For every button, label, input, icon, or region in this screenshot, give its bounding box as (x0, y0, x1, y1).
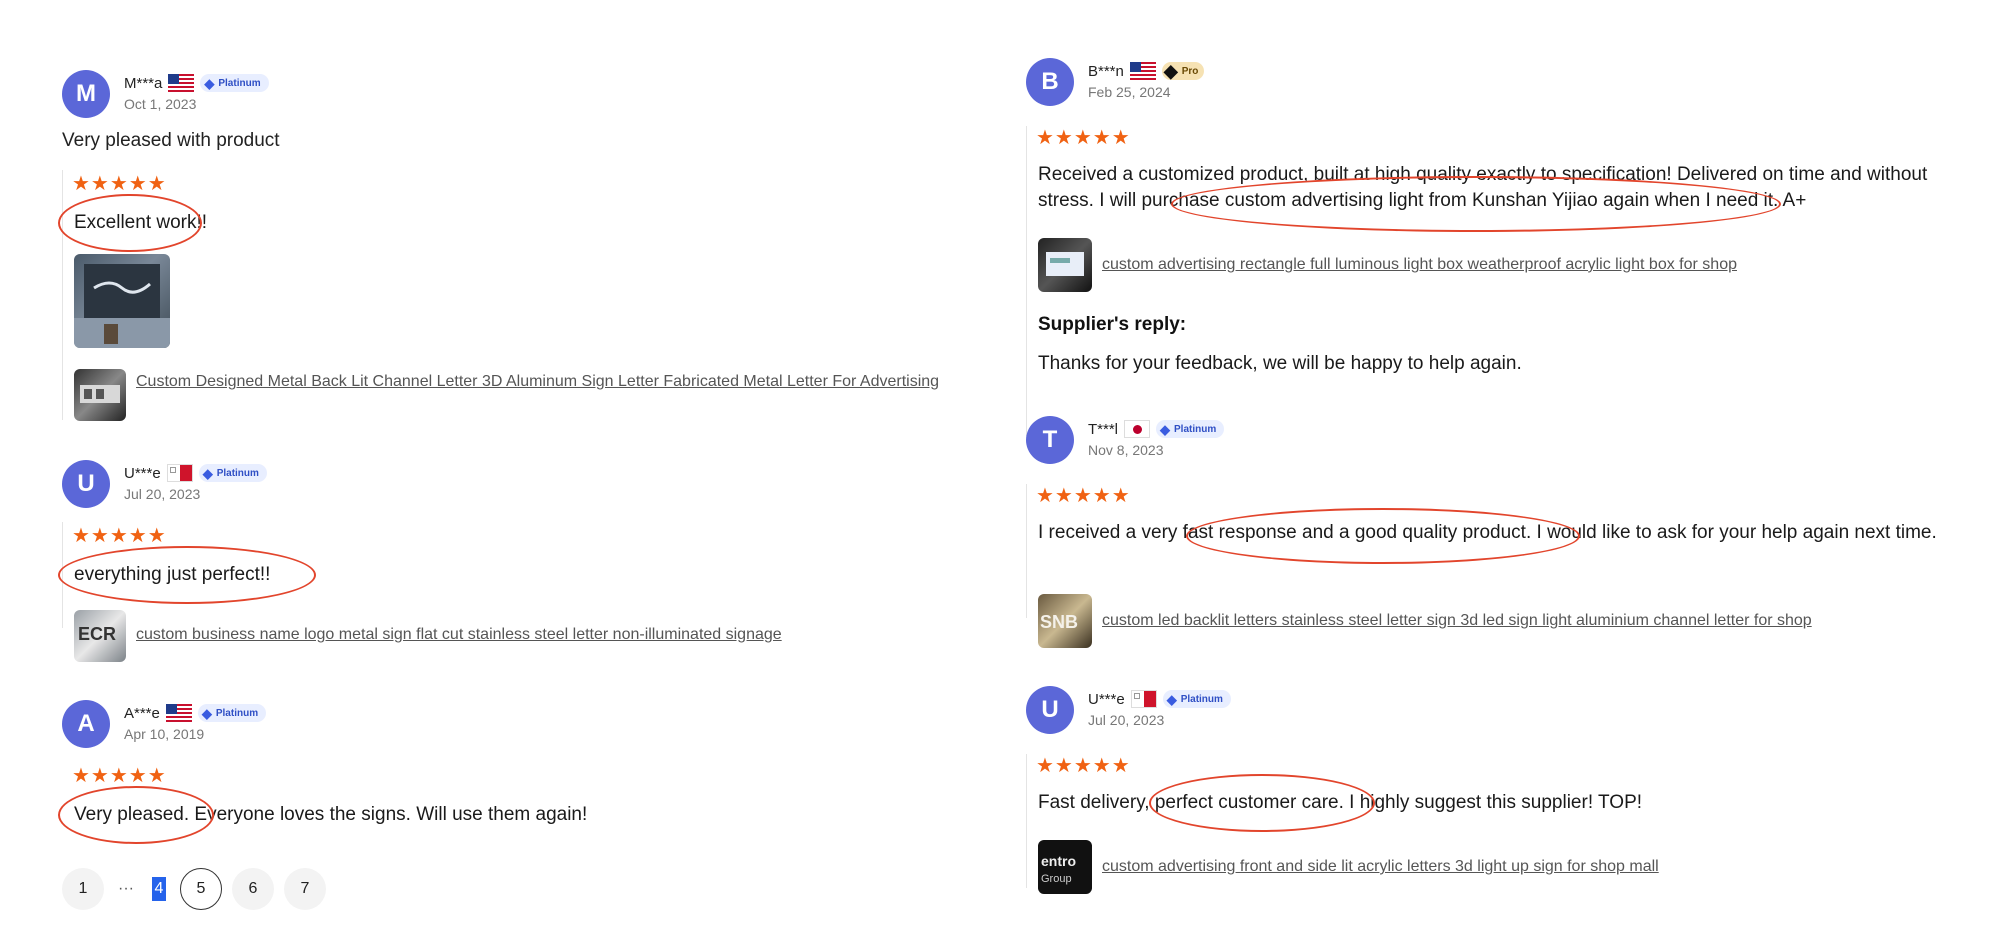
product-thumbnail[interactable] (1038, 238, 1092, 292)
reviewer-name: T***l (1088, 420, 1119, 438)
rating-stars: ★★★★★ (1036, 755, 1131, 777)
product-image (80, 385, 120, 403)
japan-flag-icon (1124, 420, 1151, 438)
reviewer-name: M***a (124, 74, 163, 92)
platinum-badge: ◆ Platinum (1156, 420, 1225, 438)
product-link[interactable]: Custom Designed Metal Back Lit Channel L… (136, 369, 946, 394)
review-date: Jul 20, 2023 (1088, 712, 1165, 728)
diamond-icon: ◆ (1166, 691, 1177, 707)
product-thumbnail[interactable]: entro Group (1038, 840, 1092, 894)
us-flag-icon (1129, 62, 1156, 80)
us-flag-icon (165, 704, 192, 722)
platinum-badge: ◆ Platinum (197, 704, 267, 722)
review-date: Jul 20, 2023 (124, 486, 201, 502)
review-date: Nov 8, 2023 (1088, 442, 1164, 458)
rating-stars: ★★★★★ (72, 525, 167, 547)
rating-stars: ★★★★★ (72, 765, 167, 787)
review-text: everything just perfect!! (74, 564, 271, 585)
divider (62, 170, 63, 420)
reviewer-name: B***n (1088, 62, 1124, 80)
malta-flag-icon (166, 464, 193, 482)
divider (1026, 754, 1027, 888)
product-thumbnail[interactable]: SNB (1038, 594, 1092, 648)
us-flag-icon (168, 74, 195, 92)
review-date: Oct 1, 2023 (124, 96, 197, 112)
avatar: T (1026, 416, 1074, 464)
page-6-button[interactable]: 6 (232, 868, 274, 910)
review-photo[interactable] (74, 254, 170, 348)
product-link[interactable]: custom led backlit letters stainless ste… (1102, 608, 1972, 633)
divider (62, 522, 63, 628)
avatar: A (62, 700, 110, 748)
product-image: entro Group (1041, 853, 1076, 885)
page-5-button[interactable]: 5 (180, 868, 222, 910)
divider (1026, 484, 1027, 618)
product-link[interactable]: custom advertising front and side lit ac… (1102, 854, 1972, 879)
product-thumbnail[interactable]: ECR (74, 610, 126, 662)
pagination: 1 ··· 4 5 6 7 (62, 868, 326, 910)
review-title: Very pleased with product (62, 130, 280, 151)
review-date: Apr 10, 2019 (124, 726, 205, 742)
diamond-icon: ◆ (1160, 421, 1171, 437)
supplier-reply-label: Supplier's reply: (1038, 314, 1187, 335)
review-text: Very pleased. Everyone loves the signs. … (74, 804, 588, 825)
svg-text:Group: Group (1041, 873, 1072, 885)
rating-stars: ★★★★★ (1036, 485, 1131, 507)
product-link[interactable]: custom business name logo metal sign fla… (136, 622, 946, 647)
reviewer-name: A***e (124, 704, 160, 722)
review-text: I received a very fast response and a go… (1038, 522, 1937, 543)
review-text: Received a customized product, built at … (1038, 164, 1928, 211)
photo-image (74, 264, 170, 348)
product-thumbnail[interactable] (74, 369, 126, 421)
product-image: SNB (1040, 612, 1078, 632)
reviewer-name: U***e (124, 464, 161, 482)
rating-stars: ★★★★★ (1036, 127, 1131, 149)
avatar: U (62, 460, 110, 508)
diamond-icon: ◆ (1163, 61, 1178, 81)
platinum-badge: ◆ Platinum (1162, 690, 1231, 708)
page-1-button[interactable]: 1 (62, 868, 104, 910)
divider (1026, 126, 1027, 436)
review-text: Excellent work!! (74, 212, 208, 233)
svg-text:ECR: ECR (78, 624, 116, 644)
platinum-badge: ◆ Platinum (200, 74, 269, 92)
diamond-icon: ◆ (201, 705, 212, 721)
svg-text:entro: entro (1041, 853, 1076, 869)
rating-stars: ★★★★★ (72, 173, 167, 195)
page-ellipsis: ··· (118, 880, 134, 897)
page-7-button[interactable]: 7 (284, 868, 326, 910)
diamond-icon: ◆ (202, 465, 213, 481)
product-image: ECR (78, 624, 116, 644)
product-link[interactable]: custom advertising rectangle full lumino… (1102, 252, 1972, 277)
product-image (1046, 252, 1084, 276)
review-date: Feb 25, 2024 (1088, 84, 1171, 100)
review-text: Fast delivery, perfect customer care. I … (1038, 792, 1643, 813)
reviewer-name: U***e (1088, 690, 1125, 708)
avatar: M (62, 70, 110, 118)
pro-badge: ◆ Pro (1161, 61, 1205, 81)
avatar: B (1026, 58, 1074, 106)
supplier-reply-text: Thanks for your feedback, we will be hap… (1038, 353, 1522, 374)
page-4-button[interactable]: 4 (152, 877, 166, 901)
platinum-badge: ◆ Platinum (198, 464, 267, 482)
avatar: U (1026, 686, 1074, 734)
svg-text:SNB: SNB (1040, 612, 1078, 632)
malta-flag-icon (1130, 690, 1157, 708)
diamond-icon: ◆ (204, 75, 215, 91)
